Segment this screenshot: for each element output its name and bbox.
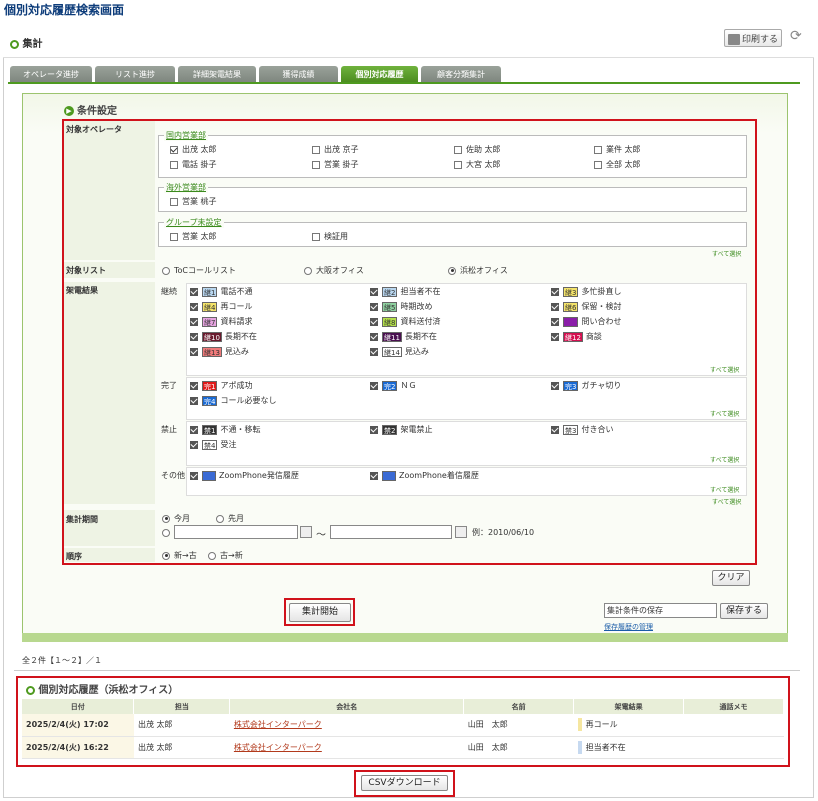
tab-underline (8, 82, 800, 84)
highlight-box (354, 770, 455, 797)
tab-2[interactable]: 詳細架電結果 (178, 66, 256, 83)
conditions-title-text: 条件設定 (77, 106, 117, 117)
panel-footer-bar (22, 633, 788, 642)
page-title: 個別対応履歴検索画面 (4, 3, 125, 17)
conditions-title: ▶ 条件設定 (64, 102, 117, 117)
section-header (3, 22, 814, 58)
print-button[interactable]: 印刷する (724, 29, 782, 47)
highlight-box (16, 676, 790, 767)
tab-3[interactable]: 獲得成績 (259, 66, 338, 83)
history-link[interactable]: 保存履歴の管理 (604, 622, 653, 632)
bullet-icon (10, 39, 19, 49)
tab-5[interactable]: 顧客分類集計 (421, 66, 501, 83)
save-button[interactable]: 保存する (720, 603, 768, 619)
divider (14, 670, 800, 671)
clear-button[interactable]: クリア (712, 570, 750, 586)
section-title-text: 集計 (22, 39, 43, 50)
highlight-box (62, 119, 757, 565)
arrow-icon: ▶ (64, 106, 74, 116)
printer-icon (728, 34, 740, 45)
print-label: 印刷する (742, 35, 779, 45)
refresh-icon[interactable]: ⟳ (790, 28, 806, 46)
highlight-box (284, 598, 355, 626)
result-count: 全２件【１～２】／１ (22, 656, 102, 665)
save-name-input[interactable]: 集計条件の保存 (604, 603, 717, 618)
tab-0[interactable]: オペレータ進捗 (10, 66, 92, 83)
tab-4[interactable]: 個別対応履歴 (341, 66, 418, 83)
tab-1[interactable]: リスト進捗 (95, 66, 175, 83)
section-title: 集計 (10, 35, 42, 50)
